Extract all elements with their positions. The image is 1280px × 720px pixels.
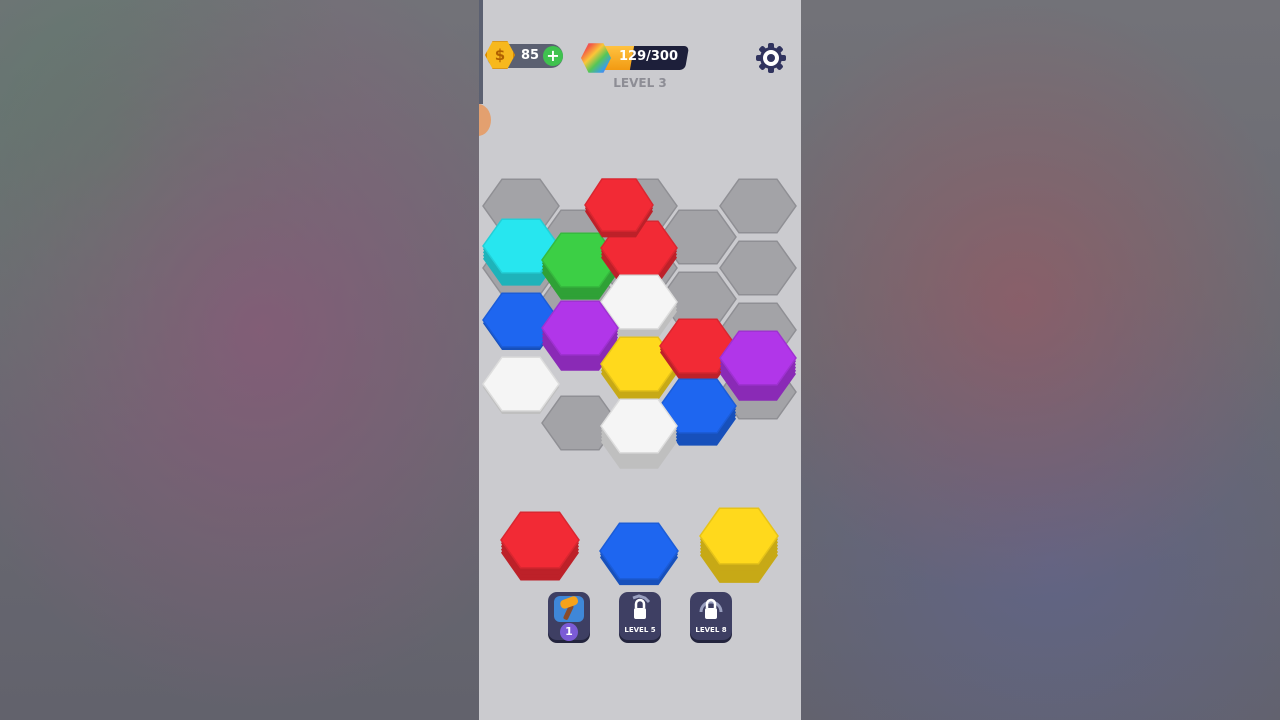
tray-hex-stack[interactable] <box>699 507 779 583</box>
tray-hex-stack[interactable] <box>599 522 679 586</box>
hex-stack-white-left[interactable] <box>482 356 560 414</box>
lock-icon <box>632 594 651 619</box>
hammer-booster-button[interactable]: 1 <box>548 592 590 641</box>
lock-icon <box>699 598 723 619</box>
hammer-count-badge: 1 <box>560 623 578 641</box>
hex-stack-white-bottom[interactable] <box>600 398 678 469</box>
game-screen: $ 85 + 129/300 LEVEL 3 1 LEVEL 5 LEVEL 8 <box>479 0 801 720</box>
swap-booster-button[interactable]: LEVEL 5 <box>619 592 661 640</box>
shuffle-booster-button[interactable]: LEVEL 8 <box>690 592 732 640</box>
empty-cell <box>719 240 797 296</box>
hammer-icon <box>554 596 584 622</box>
tray-hex-stack[interactable] <box>500 511 580 581</box>
shuffle-unlock-label: LEVEL 8 <box>695 626 727 634</box>
empty-cell <box>719 178 797 234</box>
swap-unlock-label: LEVEL 5 <box>624 626 656 634</box>
